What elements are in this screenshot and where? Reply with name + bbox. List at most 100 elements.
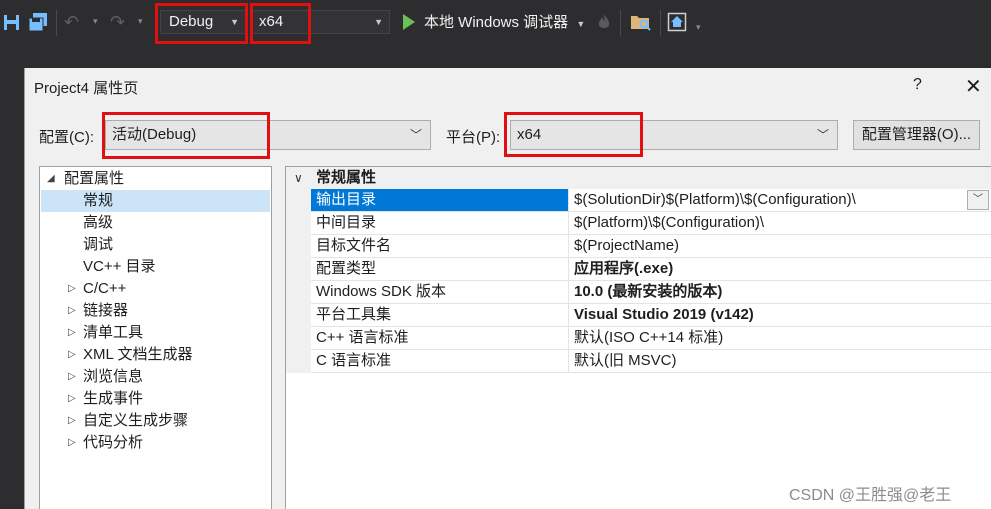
- tree-item-label: XML 文档生成器: [83, 346, 193, 363]
- row-gutter: [286, 281, 311, 304]
- tree-item-manifest-tool[interactable]: ▷ 清单工具: [41, 322, 270, 344]
- start-debugger-button[interactable]: 本地 Windows 调试器 ▼: [424, 13, 585, 34]
- expand-triangle-icon[interactable]: ▷: [68, 344, 76, 366]
- save-all-icon[interactable]: [27, 12, 47, 32]
- property-row-intermediate-dir[interactable]: 中间目录 $(Platform)\$(Configuration)\: [286, 212, 991, 235]
- tree-item-label: 常规: [83, 192, 114, 209]
- dialog-title: Project4 属性页: [34, 80, 139, 97]
- property-value[interactable]: 10.0 (最新安装的版本): [569, 281, 991, 304]
- section-header[interactable]: ∨ 常规属性: [286, 167, 991, 189]
- expand-triangle-icon[interactable]: ▷: [68, 300, 76, 322]
- play-icon[interactable]: [402, 14, 422, 34]
- property-value[interactable]: Visual Studio 2019 (v142): [569, 304, 991, 327]
- toolbar-separator: [56, 10, 57, 36]
- platform-label: 平台(P):: [446, 129, 501, 146]
- undo-icon[interactable]: ↶: [64, 13, 79, 31]
- row-gutter: [286, 235, 311, 258]
- property-row-c-standard[interactable]: C 语言标准 默认(旧 MSVC): [286, 350, 991, 373]
- property-value[interactable]: $(ProjectName): [569, 235, 991, 258]
- expand-triangle-icon[interactable]: ▷: [68, 410, 76, 432]
- tree-item-label: 清单工具: [83, 324, 144, 341]
- tree-item-label: C/C++: [83, 280, 127, 297]
- toolbar-separator: [660, 10, 661, 36]
- tree-item-browse-info[interactable]: ▷ 浏览信息: [41, 366, 270, 388]
- config-label: 配置(C):: [39, 129, 94, 146]
- fire-icon[interactable]: [597, 13, 617, 33]
- tree-item-code-analysis[interactable]: ▷ 代码分析: [41, 432, 270, 454]
- tree-item-debugging[interactable]: 调试: [41, 234, 270, 256]
- property-grid: ∨ 常规属性 输出目录 $(SolutionDir)$(Platform)\$(…: [285, 166, 991, 509]
- redo-dropdown-icon[interactable]: ▾: [138, 16, 143, 26]
- expand-triangle-icon[interactable]: ▷: [68, 322, 76, 344]
- property-row-config-type[interactable]: 配置类型 应用程序(.exe): [286, 258, 991, 281]
- tree-item-linker[interactable]: ▷ 链接器: [41, 300, 270, 322]
- property-pages-dialog: Project4 属性页 ? ✕ 配置(C): 活动(Debug) ﹀ 平台(P…: [24, 68, 991, 509]
- solution-platform-value: x64: [259, 13, 284, 30]
- row-gutter: [286, 350, 311, 373]
- property-row-target-name[interactable]: 目标文件名 $(ProjectName): [286, 235, 991, 258]
- tree-item-config-properties[interactable]: ◢ 配置属性: [41, 168, 270, 190]
- tree-item-c-cpp[interactable]: ▷ C/C++: [41, 278, 270, 300]
- solution-config-combo[interactable]: Debug ▼: [160, 10, 246, 34]
- tree-item-vc-directories[interactable]: VC++ 目录: [41, 256, 270, 278]
- property-name: C 语言标准: [311, 350, 569, 373]
- overflow-dropdown-icon[interactable]: ▾: [696, 22, 701, 32]
- expand-triangle-icon[interactable]: ▷: [68, 432, 76, 454]
- collapse-chevron-icon[interactable]: ∨: [294, 167, 303, 189]
- expand-triangle-icon[interactable]: ▷: [68, 278, 76, 300]
- property-name: 输出目录: [311, 189, 569, 212]
- section-title: 常规属性: [316, 169, 377, 186]
- chevron-down-icon: ▼: [576, 19, 586, 29]
- property-value[interactable]: 默认(ISO C++14 标准): [569, 327, 991, 350]
- chevron-down-icon: ﹀: [409, 128, 422, 142]
- property-value[interactable]: 应用程序(.exe): [569, 258, 991, 281]
- help-button[interactable]: ?: [913, 76, 922, 94]
- property-row-sdk-version[interactable]: Windows SDK 版本 10.0 (最新安装的版本): [286, 281, 991, 304]
- tree-item-label: 调试: [83, 236, 114, 253]
- property-name: 配置类型: [311, 258, 569, 281]
- row-gutter: [286, 212, 311, 235]
- tree-item-custom-build-step[interactable]: ▷ 自定义生成步骤: [41, 410, 270, 432]
- chevron-down-icon: ▼: [374, 17, 383, 27]
- property-name: 平台工具集: [311, 304, 569, 327]
- close-icon[interactable]: ✕: [965, 74, 982, 99]
- home-icon[interactable]: [667, 12, 687, 32]
- tree-item-label: 链接器: [83, 302, 129, 319]
- property-name: 中间目录: [311, 212, 569, 235]
- config-combo[interactable]: 活动(Debug) ﹀: [105, 120, 431, 150]
- solution-config-value: Debug: [169, 13, 214, 30]
- expand-triangle-icon[interactable]: ▷: [68, 366, 76, 388]
- row-gutter: [286, 258, 311, 281]
- platform-combo[interactable]: x64 ﹀: [510, 120, 838, 150]
- folder-search-icon[interactable]: [630, 12, 651, 32]
- property-value[interactable]: $(SolutionDir)$(Platform)\$(Configuratio…: [569, 189, 991, 212]
- toolbar-separator: [620, 10, 621, 36]
- chevron-down-icon[interactable]: ﹀: [967, 190, 989, 210]
- solution-platform-combo[interactable]: x64 ▼: [250, 10, 390, 34]
- property-row-output-dir[interactable]: 输出目录 $(SolutionDir)$(Platform)\$(Configu…: [286, 189, 991, 212]
- row-gutter: [286, 304, 311, 327]
- tree-item-label: VC++ 目录: [83, 258, 156, 275]
- config-manager-button[interactable]: 配置管理器(O)...: [853, 120, 980, 150]
- save-icon[interactable]: [2, 12, 22, 32]
- tree-item-advanced[interactable]: 高级: [41, 212, 270, 234]
- undo-dropdown-icon[interactable]: ▾: [93, 16, 98, 26]
- property-row-platform-toolset[interactable]: 平台工具集 Visual Studio 2019 (v142): [286, 304, 991, 327]
- expand-triangle-icon[interactable]: ◢: [47, 168, 55, 190]
- watermark: CSDN @王胜强@老王: [789, 487, 952, 504]
- config-combo-value: 活动(Debug): [112, 126, 197, 143]
- property-name: C++ 语言标准: [311, 327, 569, 350]
- property-tree: ◢ 配置属性 常规 高级 调试 VC++ 目录 ▷ C/C++ ▷ 链接器 ▷ …: [39, 166, 272, 509]
- tree-item-build-events[interactable]: ▷ 生成事件: [41, 388, 270, 410]
- tree-item-xml-doc-generator[interactable]: ▷ XML 文档生成器: [41, 344, 270, 366]
- start-debugger-label: 本地 Windows 调试器: [424, 14, 569, 31]
- property-row-cpp-standard[interactable]: C++ 语言标准 默认(ISO C++14 标准): [286, 327, 991, 350]
- property-name: Windows SDK 版本: [311, 281, 569, 304]
- redo-icon[interactable]: ↷: [110, 13, 125, 31]
- property-value[interactable]: $(Platform)\$(Configuration)\: [569, 212, 991, 235]
- tree-item-general[interactable]: 常规: [41, 190, 270, 212]
- platform-combo-value: x64: [517, 126, 542, 143]
- row-gutter: [286, 189, 311, 212]
- expand-triangle-icon[interactable]: ▷: [68, 388, 76, 410]
- property-value[interactable]: 默认(旧 MSVC): [569, 350, 991, 373]
